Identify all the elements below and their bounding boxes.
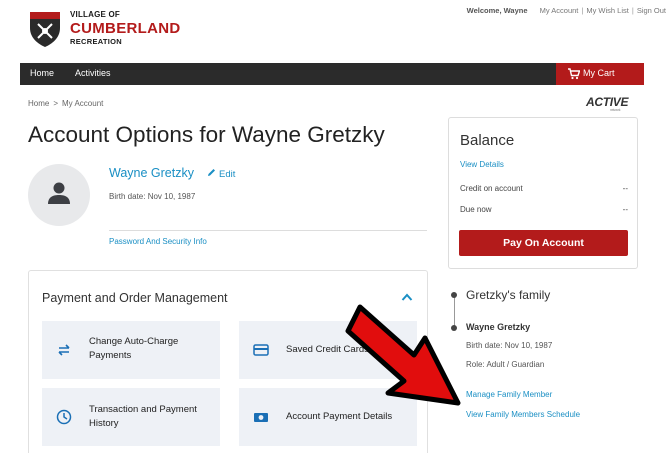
active-logo-text: ACTIVE <box>586 95 629 109</box>
welcome-text: Welcome, Wayne <box>466 6 528 15</box>
red-arrow-annotation <box>345 304 461 406</box>
breadcrumb-current: My Account <box>62 99 104 108</box>
due-now-row: Due now -- <box>460 205 628 214</box>
breadcrumb: Home > My Account <box>28 99 103 108</box>
brand-wordmark[interactable]: VILLAGE OF CUMBERLAND RECREATION <box>70 11 181 46</box>
clock-icon <box>56 409 72 425</box>
divider <box>109 230 427 231</box>
cart-label: My Cart <box>583 68 615 78</box>
balance-title: Balance <box>460 132 515 149</box>
shopping-cart-icon <box>568 68 580 80</box>
brand-line-1: VILLAGE OF <box>70 10 120 19</box>
sign-out-link[interactable]: Sign Out <box>637 6 666 15</box>
nav-activities[interactable]: Activities <box>75 68 111 78</box>
profile-name[interactable]: Wayne Gretzky <box>109 166 194 180</box>
my-wish-list-link[interactable]: My Wish List <box>586 6 629 15</box>
link-separator: | <box>581 6 584 15</box>
pencil-icon <box>207 168 216 180</box>
swap-arrows-icon <box>58 344 70 356</box>
site-header: VILLAGE OF CUMBERLAND RECREATION Welcome… <box>0 0 672 62</box>
my-cart-button[interactable]: My Cart <box>556 63 644 85</box>
user-icon <box>48 182 70 204</box>
view-details-link[interactable]: View Details <box>460 160 504 169</box>
link-separator: | <box>631 6 634 15</box>
family-member-role: Role: Adult / Guardian <box>466 360 545 369</box>
active-network-logo: ACTIVE network <box>586 95 629 112</box>
breadcrumb-home[interactable]: Home <box>28 99 49 108</box>
pay-on-account-button[interactable]: Pay On Account <box>459 230 628 256</box>
manage-family-member-link[interactable]: Manage Family Member <box>466 390 552 399</box>
account-links: Welcome, Wayne My Account | My Wish List | S… <box>467 6 666 15</box>
transaction-history-tile[interactable]: Transaction and Payment History <box>42 388 220 446</box>
nav-home[interactable]: Home <box>30 68 54 78</box>
tile-label: Change Auto-Charge Payments <box>89 336 179 361</box>
tile-label: Transaction and Payment History <box>89 404 197 429</box>
credit-on-account-row: Credit on account -- <box>460 184 628 193</box>
family-member-birth: Birth date: Nov 10, 1987 <box>466 341 553 350</box>
main-navigation: Home Activities My Cart <box>20 63 644 85</box>
row-label: Credit on account <box>460 184 523 193</box>
row-value: -- <box>622 184 628 193</box>
view-family-schedule-link[interactable]: View Family Members Schedule <box>466 410 580 419</box>
change-auto-charge-tile[interactable]: Change Auto-Charge Payments <box>42 321 220 379</box>
profile-birth-date: Birth date: Nov 10, 1987 <box>109 192 196 201</box>
password-security-link[interactable]: Password And Security Info <box>109 237 207 246</box>
row-label: Due now <box>460 205 492 214</box>
brand-line-3: RECREATION <box>70 37 123 46</box>
page-title: Account Options for Wayne Gretzky <box>28 122 385 147</box>
money-icon <box>254 413 268 422</box>
brand-line-2: CUMBERLAND <box>70 20 181 37</box>
edit-profile-link[interactable]: Edit <box>207 168 235 180</box>
family-title: Gretzky's family <box>466 288 551 302</box>
credit-card-icon <box>253 344 269 356</box>
row-value: -- <box>622 205 628 214</box>
edit-label: Edit <box>219 169 236 180</box>
family-member-name: Wayne Gretzky <box>466 322 531 332</box>
cumberland-logo-badge[interactable] <box>28 8 62 48</box>
payment-panel-title: Payment and Order Management <box>42 291 228 305</box>
my-account-link[interactable]: My Account <box>540 6 579 15</box>
avatar <box>28 164 90 226</box>
balance-card: Balance View Details Credit on account -… <box>448 117 638 269</box>
breadcrumb-separator: > <box>53 99 59 108</box>
active-logo-sub: network <box>610 108 621 112</box>
